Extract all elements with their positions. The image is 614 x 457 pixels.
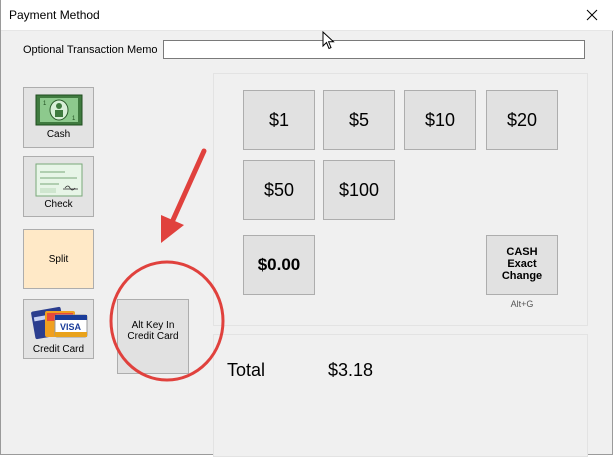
annotation-overlay — [109, 148, 225, 382]
payment-method-window: Payment Method Optional Transaction Memo… — [0, 0, 614, 457]
annotation-arrow-line — [170, 148, 207, 223]
highlight-circle — [109, 260, 225, 382]
